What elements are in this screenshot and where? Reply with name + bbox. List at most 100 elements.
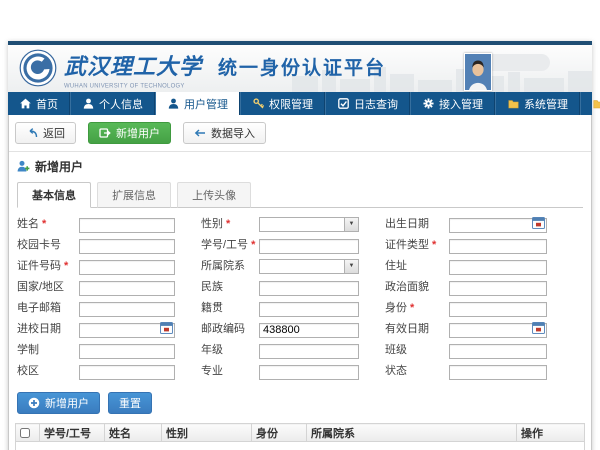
- add-user-submit-button[interactable]: 新增用户: [17, 392, 100, 414]
- data-import-button[interactable]: 数据导入: [183, 122, 266, 144]
- nav-item-access-management[interactable]: 接入管理: [411, 92, 496, 115]
- country-region-label: 国家/地区: [17, 280, 79, 295]
- form-row: 证件号码* 所属院系 ▼ 住址: [17, 257, 591, 275]
- back-arrow-icon: [26, 128, 38, 138]
- schooling-length-label: 学制: [17, 343, 79, 358]
- col-student-id: 学号/工号: [40, 424, 105, 442]
- name-input[interactable]: [79, 218, 175, 233]
- nav-item-system-management[interactable]: 系统管理: [496, 92, 581, 115]
- col-gender: 性别: [162, 424, 252, 442]
- form-row: 电子邮箱 籍贯 身份*: [17, 299, 591, 317]
- grade-input[interactable]: [259, 344, 359, 359]
- tab-basic-info[interactable]: 基本信息: [17, 182, 91, 208]
- reset-button[interactable]: 重置: [108, 392, 152, 414]
- app-window: 武汉理工大学 统一身份认证平台 WUHAN UNIVERSITY OF TECH…: [8, 41, 592, 450]
- chevron-down-icon: ▼: [344, 260, 358, 273]
- student-id-label: 学号/工号*: [201, 238, 259, 253]
- required-marker: *: [410, 302, 414, 314]
- student-id-input[interactable]: [259, 239, 359, 254]
- screen: 武汉理工大学 统一身份认证平台 WUHAN UNIVERSITY OF TECH…: [0, 0, 600, 450]
- col-identity: 身份: [252, 424, 307, 442]
- class-input[interactable]: [449, 344, 547, 359]
- home-icon: [20, 98, 31, 109]
- brand: 武汉理工大学 统一身份认证平台 WUHAN UNIVERSITY OF TECH…: [19, 49, 386, 92]
- new-user-icon: [17, 160, 30, 173]
- department-label: 所属院系: [201, 259, 259, 274]
- tab-extended-info[interactable]: 扩展信息: [97, 182, 171, 208]
- address-input[interactable]: [449, 260, 547, 275]
- required-marker: *: [432, 239, 436, 251]
- identity-input[interactable]: [449, 302, 547, 317]
- main-nav: 首页 个人信息 用户管理 权限管理 日志查询 接入管理: [8, 92, 592, 115]
- calendar-icon[interactable]: [532, 216, 545, 229]
- ethnicity-input[interactable]: [259, 281, 359, 296]
- postal-code-input[interactable]: [259, 323, 359, 338]
- enrollment-date-label: 进校日期: [17, 322, 79, 337]
- required-marker: *: [64, 260, 68, 272]
- gear-icon: [423, 98, 434, 109]
- nav-item-permission-management[interactable]: 权限管理: [241, 92, 326, 115]
- app-header: 武汉理工大学 统一身份认证平台 WUHAN UNIVERSITY OF TECH…: [8, 45, 592, 92]
- major-input[interactable]: [259, 365, 359, 380]
- nav-item-log-query[interactable]: 日志查询: [326, 92, 411, 115]
- tab-upload-avatar[interactable]: 上传头像: [177, 182, 251, 208]
- col-department: 所属院系: [307, 424, 517, 442]
- form-row: 国家/地区 民族 政治面貌: [17, 278, 591, 296]
- table-header-row: 学号/工号 姓名 性别 身份 所属院系 操作: [16, 424, 585, 442]
- campus-card-input[interactable]: [79, 239, 175, 254]
- id-number-input[interactable]: [79, 260, 175, 275]
- nav-item-profile[interactable]: 个人信息: [71, 92, 156, 115]
- results-table: 学号/工号 姓名 性别 身份 所属院系 操作: [15, 423, 585, 450]
- grade-label: 年级: [201, 343, 259, 358]
- tab-bar: 基本信息 扩展信息 上传头像: [17, 182, 583, 208]
- folder-icon: [593, 98, 600, 109]
- ethnicity-label: 民族: [201, 280, 259, 295]
- political-status-label: 政治面貌: [385, 280, 449, 295]
- status-input[interactable]: [449, 365, 547, 380]
- user-avatar[interactable]: [464, 53, 492, 91]
- country-region-input[interactable]: [79, 281, 175, 296]
- back-button[interactable]: 返回: [15, 122, 76, 144]
- nav-item-user-management[interactable]: 用户管理: [156, 92, 241, 115]
- key-icon: [253, 98, 264, 109]
- class-label: 班级: [385, 343, 449, 358]
- import-arrow-icon: [194, 128, 206, 138]
- required-marker: *: [251, 239, 255, 251]
- name-label: 姓名*: [17, 217, 79, 232]
- brand-text: 武汉理工大学 统一身份认证平台 WUHAN UNIVERSITY OF TECH…: [64, 49, 386, 92]
- form-row: 姓名* 性别* ▼ 出生日期: [17, 215, 591, 233]
- calendar-icon[interactable]: [160, 321, 173, 334]
- form-actions: 新增用户 重置: [9, 388, 591, 421]
- header-highlight-decoration: [482, 54, 550, 71]
- form-row: 校园卡号 学号/工号* 证件类型*: [17, 236, 591, 254]
- section-title: 新增用户: [9, 152, 591, 179]
- political-status-input[interactable]: [449, 281, 547, 296]
- form-row: 校区 专业 状态: [17, 362, 591, 380]
- id-type-input[interactable]: [449, 239, 547, 254]
- user-icon: [83, 98, 94, 109]
- nav-item-subscription-management[interactable]: 订阅管理: [581, 92, 600, 115]
- select-all-checkbox[interactable]: [20, 428, 30, 438]
- birth-date-label: 出生日期: [385, 217, 449, 232]
- schooling-length-input[interactable]: [79, 344, 175, 359]
- university-name: 武汉理工大学: [64, 49, 202, 81]
- required-marker: *: [42, 218, 46, 230]
- university-name-en: WUHAN UNIVERSITY OF TECHNOLOGY: [64, 82, 277, 89]
- gender-label: 性别*: [201, 217, 259, 232]
- email-input[interactable]: [79, 302, 175, 317]
- campus-input[interactable]: [79, 365, 175, 380]
- email-label: 电子邮箱: [17, 301, 79, 316]
- native-place-input[interactable]: [259, 302, 359, 317]
- identity-label: 身份*: [385, 301, 449, 316]
- native-place-label: 籍贯: [201, 301, 259, 316]
- new-user-form: 姓名* 性别* ▼ 出生日期 校园卡号 学号/工号* 证件类型*: [9, 208, 591, 388]
- plus-circle-icon: [28, 397, 40, 409]
- department-select[interactable]: ▼: [259, 259, 359, 274]
- gender-select[interactable]: ▼: [259, 217, 359, 232]
- add-user-toolbar-button[interactable]: 新增用户: [88, 122, 171, 144]
- nav-item-home[interactable]: 首页: [8, 92, 71, 115]
- status-label: 状态: [385, 364, 449, 379]
- add-user-icon: [99, 127, 111, 139]
- required-marker: *: [226, 218, 230, 230]
- calendar-icon[interactable]: [532, 321, 545, 334]
